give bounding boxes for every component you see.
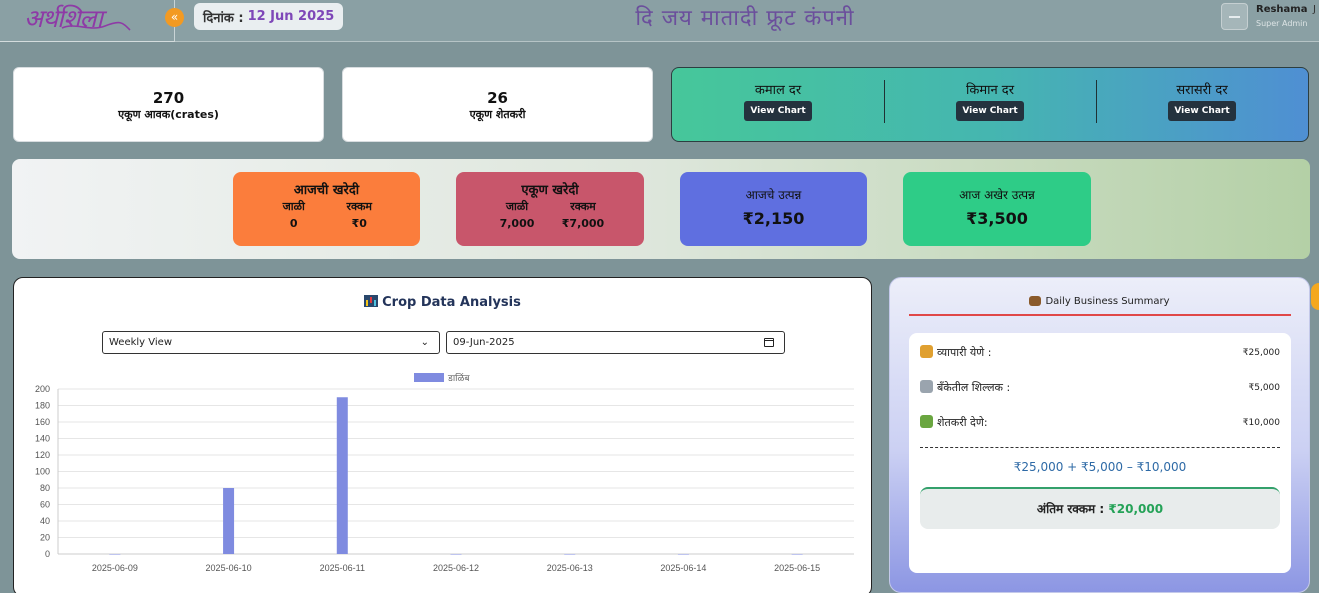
y-tick-label: 120 <box>35 450 50 460</box>
total-arrivals-value: 270 <box>152 89 185 107</box>
summary-formula: ₹25,000 + ₹5,000 – ₹10,000 <box>1013 460 1187 474</box>
y-tick-label: 200 <box>35 384 50 394</box>
date-badge: दिनांक : 12 Jun 2025 <box>194 3 344 30</box>
summary-body: व्यापारी येणे : ₹25,000 बँकेतील शिल्लक :… <box>909 333 1291 573</box>
bank-balance-value: ₹5,000 <box>1248 382 1281 393</box>
y-tick-label: 20 <box>40 533 50 543</box>
today-crates-value: 0 <box>289 217 298 230</box>
logo[interactable]: अर्थशिला <box>0 0 175 42</box>
today-crates-label: जाळी <box>282 200 305 213</box>
date-value: 12 Jun 2025 <box>247 9 335 24</box>
legend-swatch <box>414 373 444 382</box>
bar <box>109 554 121 555</box>
bar <box>223 488 235 554</box>
date-label: दिनांक : <box>203 10 244 26</box>
total-farmers-value: 26 <box>487 89 508 107</box>
user-extra: J <box>1313 4 1316 15</box>
total-purchase-card: एकूण खरेदी जाळी रक्कम 7,000 ₹7,000 <box>456 172 644 246</box>
crop-bar-chart: 0 20 40 60 80 100 120 140 160 180 200 2025-06-09 202… <box>35 372 854 573</box>
total-amount-label: रक्कम <box>570 200 596 213</box>
max-rate-view-chart-button[interactable]: View Chart <box>744 101 812 121</box>
x-tick-label: 2025-06-10 <box>206 563 252 573</box>
avatar[interactable] <box>1221 3 1248 30</box>
y-tick-label: 40 <box>40 516 50 526</box>
max-rate-section: कमाल दर View Chart <box>672 68 884 141</box>
x-tick-label: 2025-06-12 <box>433 563 479 573</box>
total-farmers-card: 26 एकूण शेतकरी <box>342 67 653 142</box>
today-income-value: ₹2,150 <box>742 209 805 228</box>
avg-rate-section: सरासरी दर View Chart <box>1096 68 1308 141</box>
briefcase-icon <box>1029 296 1042 306</box>
y-tick-label: 100 <box>35 467 50 477</box>
avg-rate-view-chart-button[interactable]: View Chart <box>1168 101 1236 121</box>
y-tick-label: 80 <box>40 483 50 493</box>
today-amount-label: रक्कम <box>346 200 373 213</box>
merchant-receivable-value: ₹25,000 <box>1242 347 1280 358</box>
total-arrivals-card: 270 एकूण आवक(crates) <box>13 67 324 142</box>
today-income-card: आजचे उत्पन्न ₹2,150 <box>680 172 867 246</box>
total-purchase-title: एकूण खरेदी <box>521 183 579 198</box>
max-rate-title: कमाल दर <box>754 83 802 98</box>
top-header: अर्थशिला « दिनांक : 12 Jun 2025 दि जय मा… <box>0 0 1319 42</box>
dashed-divider <box>920 447 1280 448</box>
total-income-card: आज अखेर उत्पन्न ₹3,500 <box>903 172 1091 246</box>
final-amount-label: अंतिम रक्कम : <box>1036 502 1105 516</box>
total-crates-value: 7,000 <box>499 217 535 230</box>
y-tick-label: 60 <box>40 500 50 510</box>
sidebar-collapse-button[interactable]: « <box>165 8 184 27</box>
bank-balance-label: बँकेतील शिल्लक : <box>937 381 1011 394</box>
final-amount-box: अंतिम रक्कम : ₹20,000 <box>920 487 1280 529</box>
logo-swash <box>61 21 131 31</box>
legend-label: डाळिंब <box>447 372 470 383</box>
rates-card: कमाल दर View Chart किमान दर View Chart स… <box>671 67 1309 142</box>
farmer-payable-row: शेतकरी देणे: ₹10,000 <box>920 415 1280 430</box>
merchant-receivable-label: व्यापारी येणे : <box>937 346 992 359</box>
x-tick-label: 2025-06-14 <box>660 563 706 573</box>
total-crates-label: जाळी <box>505 200 529 213</box>
bar <box>450 554 462 555</box>
total-farmers-label: एकूण शेतकरी <box>469 108 526 121</box>
today-income-title: आजचे उत्पन्न <box>745 188 802 202</box>
merchant-icon <box>920 345 933 358</box>
y-tick-label: 160 <box>35 417 50 427</box>
y-tick-label: 0 <box>45 549 50 559</box>
total-arrivals-label: एकूण आवक(crates) <box>118 108 219 121</box>
bar <box>564 554 576 555</box>
bank-icon <box>920 380 933 393</box>
settings-toggle-tab[interactable] <box>1311 283 1319 310</box>
total-income-value: ₹3,500 <box>966 209 1028 228</box>
avg-rate-title: सरासरी दर <box>1176 83 1228 98</box>
final-amount-value: ₹20,000 <box>1108 502 1164 516</box>
total-amount-value: ₹7,000 <box>561 217 605 230</box>
farmer-payable-label: शेतकरी देणे: <box>937 416 988 429</box>
today-purchase-card: आजची खरेदी जाळी रक्कम 0 ₹0 <box>233 172 420 246</box>
x-tick-label: 2025-06-09 <box>92 563 138 573</box>
y-tick-label: 180 <box>35 401 50 411</box>
today-purchase-title: आजची खरेदी <box>293 183 360 198</box>
min-rate-title: किमान दर <box>965 83 1015 98</box>
total-income-title: आज अखेर उत्पन्न <box>959 188 1035 202</box>
company-title: दि जय मातादी फ्रूट कंपनी <box>635 6 855 31</box>
y-tick-label: 140 <box>35 434 50 444</box>
bank-balance-row: बँकेतील शिल्लक : ₹5,000 <box>920 380 1280 395</box>
purchase-income-panel <box>12 159 1310 259</box>
daily-summary-title: Daily Business Summary <box>890 296 1309 307</box>
x-tick-label: 2025-06-13 <box>547 563 593 573</box>
bar <box>791 554 803 555</box>
user-role: Super Admin <box>1256 19 1308 28</box>
min-rate-view-chart-button[interactable]: View Chart <box>956 101 1024 121</box>
min-rate-section: किमान दर View Chart <box>884 68 1096 141</box>
today-amount-value: ₹0 <box>351 217 367 230</box>
user-name[interactable]: Reshama <box>1256 4 1307 15</box>
x-tick-label: 2025-06-15 <box>774 563 820 573</box>
crop-analysis-card: Crop Data Analysis Weekly View ⌄ 09-Jun-… <box>13 277 872 593</box>
farmer-payable-value: ₹10,000 <box>1242 417 1280 428</box>
x-tick-label: 2025-06-11 <box>320 563 365 573</box>
summary-divider <box>909 314 1291 316</box>
daily-summary-card: Daily Business Summary व्यापारी येणे : ₹… <box>889 277 1310 593</box>
bar <box>677 554 689 555</box>
farmer-icon <box>920 415 933 428</box>
merchant-receivable-row: व्यापारी येणे : ₹25,000 <box>920 345 1280 360</box>
bar <box>336 397 348 554</box>
